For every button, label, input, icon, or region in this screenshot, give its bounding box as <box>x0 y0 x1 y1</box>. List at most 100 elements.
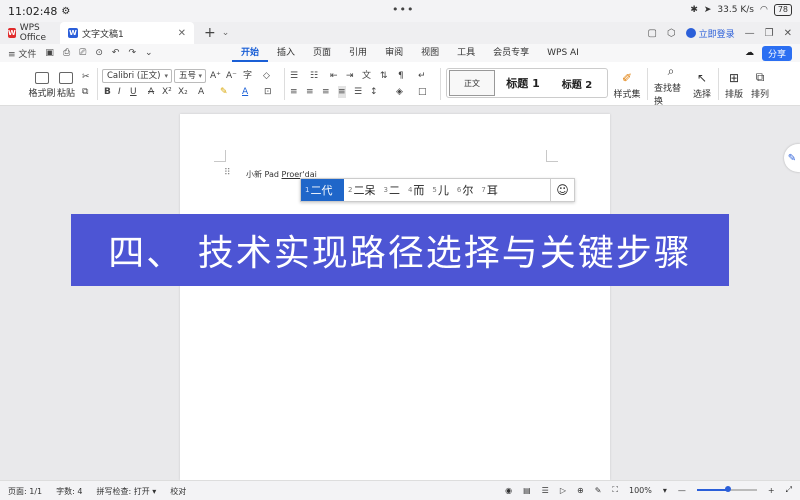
reading-mode-icon[interactable]: ▷ <box>560 486 566 495</box>
decrease-indent-icon[interactable]: ⇤ <box>330 70 338 82</box>
minimize-icon[interactable]: — <box>745 28 755 39</box>
bullet-list-icon[interactable]: ☰ <box>290 70 298 82</box>
cloud-icon[interactable]: ☁ <box>745 48 754 58</box>
menu-file-button[interactable]: ≡ 文件 <box>8 47 36 60</box>
zoom-in-icon[interactable]: + <box>768 486 775 495</box>
grow-font-icon[interactable]: A⁺ <box>210 70 221 82</box>
close-tab-icon[interactable]: ✕ <box>178 28 186 39</box>
eye-protection-icon[interactable]: ◉ <box>505 486 512 495</box>
share-button[interactable]: 分享 <box>761 45 792 61</box>
align-right-icon[interactable]: ≡ <box>322 86 330 98</box>
page-view-icon[interactable]: ▤ <box>523 486 531 495</box>
shrink-font-icon[interactable]: A⁻ <box>226 70 237 82</box>
borders-icon[interactable]: □ <box>418 86 427 98</box>
print-icon[interactable]: ⎚ <box>79 48 86 58</box>
tab-list-chevron-icon[interactable]: ⌄ <box>222 28 230 38</box>
line-spacing-icon[interactable]: ↕ <box>370 86 378 98</box>
style-set-button[interactable]: ✐ 样式集 <box>612 70 642 100</box>
fullscreen-icon[interactable]: ⛶ <box>612 485 618 495</box>
tab-review[interactable]: 审阅 <box>376 44 412 62</box>
font-color-icon[interactable]: A <box>242 86 248 98</box>
new-tab-plus-icon[interactable]: + <box>204 25 216 41</box>
ime-candidate[interactable]: 5儿 <box>428 179 452 201</box>
superscript-icon[interactable]: X² <box>162 86 172 98</box>
drag-handle-icon[interactable]: ⠿ <box>224 168 231 178</box>
char-border-icon[interactable]: ⊡ <box>264 86 272 98</box>
zoom-slider[interactable] <box>696 486 757 492</box>
save-icon[interactable]: ▣ <box>45 48 54 58</box>
zoom-level[interactable]: 100% <box>629 486 652 495</box>
more-chevron-icon[interactable]: ⌄ <box>145 48 153 58</box>
ime-candidate[interactable]: 2 二呆 <box>344 179 379 201</box>
word-count[interactable]: 字数: 4 <box>56 486 82 497</box>
distributed-icon[interactable]: ☰ <box>354 86 362 98</box>
tab-document[interactable]: W 文字文稿1 ✕ <box>60 22 194 44</box>
web-view-icon[interactable]: ⊕ <box>577 486 584 495</box>
zoom-slider-knob[interactable] <box>724 486 731 492</box>
outline-view-icon[interactable]: ☰ <box>542 486 549 495</box>
ime-candidate[interactable]: 7耳 <box>477 179 501 201</box>
spell-check-toggle[interactable]: 拼写检查: 打开 ▾ <box>96 486 156 497</box>
emoji-icon[interactable]: ☺ <box>550 179 574 201</box>
clear-format-icon[interactable]: ◇ <box>263 70 270 82</box>
style-normal[interactable]: 正文 <box>449 70 495 96</box>
proofread-button[interactable]: 校对 <box>170 486 186 497</box>
highlight-icon[interactable]: ✎ <box>220 86 228 98</box>
multitask-dots-icon[interactable]: ••• <box>392 3 414 16</box>
arrange-button[interactable]: ⧉ 排列 <box>748 70 772 100</box>
font-size-select[interactable]: 五号 ▾ <box>174 69 206 83</box>
fit-page-icon[interactable]: ⤢ <box>786 485 792 495</box>
ime-candidate[interactable]: 6尔 <box>453 179 477 201</box>
show-marks-icon[interactable]: ¶ <box>398 70 404 82</box>
chinese-layout-icon[interactable]: 文 <box>362 70 371 82</box>
close-window-icon[interactable]: ✕ <box>784 28 792 39</box>
italic-icon[interactable]: I <box>118 86 121 98</box>
bold-icon[interactable]: B <box>104 86 111 98</box>
strikethrough-icon[interactable]: A <box>148 86 154 98</box>
find-replace-button[interactable]: ⌕ 查找替换 <box>654 64 688 107</box>
tab-wps-office[interactable]: W WPS Office <box>0 22 60 44</box>
cut-icon[interactable]: ✂ <box>82 71 90 83</box>
line-break-icon[interactable]: ↵ <box>418 70 426 82</box>
paste-button[interactable]: 粘贴 <box>54 70 78 100</box>
preview-icon[interactable]: ⊙ <box>95 48 103 58</box>
phonetic-icon[interactable]: 字 <box>243 70 252 82</box>
tab-tools[interactable]: 工具 <box>448 44 484 62</box>
sort-icon[interactable]: ⇅ <box>380 70 388 82</box>
increase-indent-icon[interactable]: ⇥ <box>346 70 354 82</box>
tab-member[interactable]: 会员专享 <box>484 44 538 62</box>
ime-candidate[interactable]: 3二 <box>379 179 403 201</box>
zoom-dropdown-chevron-icon[interactable]: ▾ <box>663 486 667 495</box>
copy-icon[interactable]: ⧉ <box>82 86 88 98</box>
select-button[interactable]: ↖ 选择 <box>690 70 714 100</box>
undo-icon[interactable]: ↶ <box>112 48 120 58</box>
page-count[interactable]: 页面: 1/1 <box>8 486 42 497</box>
subscript-icon[interactable]: X₂ <box>178 86 188 98</box>
style-heading-2[interactable]: 标题 2 <box>551 70 603 96</box>
ime-candidate[interactable]: 1 二代 <box>301 179 344 201</box>
tab-home[interactable]: 开始 <box>232 44 269 62</box>
zoom-out-icon[interactable]: — <box>678 486 686 495</box>
ime-candidate[interactable]: 4而 <box>404 179 428 201</box>
layout-icon[interactable]: ▢ <box>647 28 656 39</box>
shading-icon[interactable]: ◈ <box>396 86 403 98</box>
restore-icon[interactable]: ❐ <box>765 28 774 39</box>
tab-insert[interactable]: 插入 <box>268 44 304 62</box>
align-left-icon[interactable]: ≡ <box>290 86 298 98</box>
justify-icon[interactable]: ≡ <box>338 86 346 98</box>
align-center-icon[interactable]: ≡ <box>306 86 314 98</box>
layout-button[interactable]: ⊞ 排版 <box>722 70 746 100</box>
tab-page[interactable]: 页面 <box>304 44 340 62</box>
numbered-list-icon[interactable]: ☷ <box>310 70 318 82</box>
redo-icon[interactable]: ↷ <box>128 48 136 58</box>
tab-view[interactable]: 视图 <box>412 44 448 62</box>
style-heading-1[interactable]: 标题 1 <box>495 70 551 96</box>
font-family-select[interactable]: Calibri (正文) ▾ <box>102 69 172 83</box>
login-button[interactable]: 立即登录 <box>685 27 735 40</box>
document-page[interactable]: ⠿ 小新 Pad Proer'dai <box>180 114 610 480</box>
tab-references[interactable]: 引用 <box>340 44 376 62</box>
underline-icon[interactable]: U <box>130 86 137 98</box>
text-effect-icon[interactable]: A <box>198 86 204 98</box>
write-mode-icon[interactable]: ✎ <box>595 486 602 495</box>
skin-icon[interactable]: ⬡ <box>667 28 676 39</box>
